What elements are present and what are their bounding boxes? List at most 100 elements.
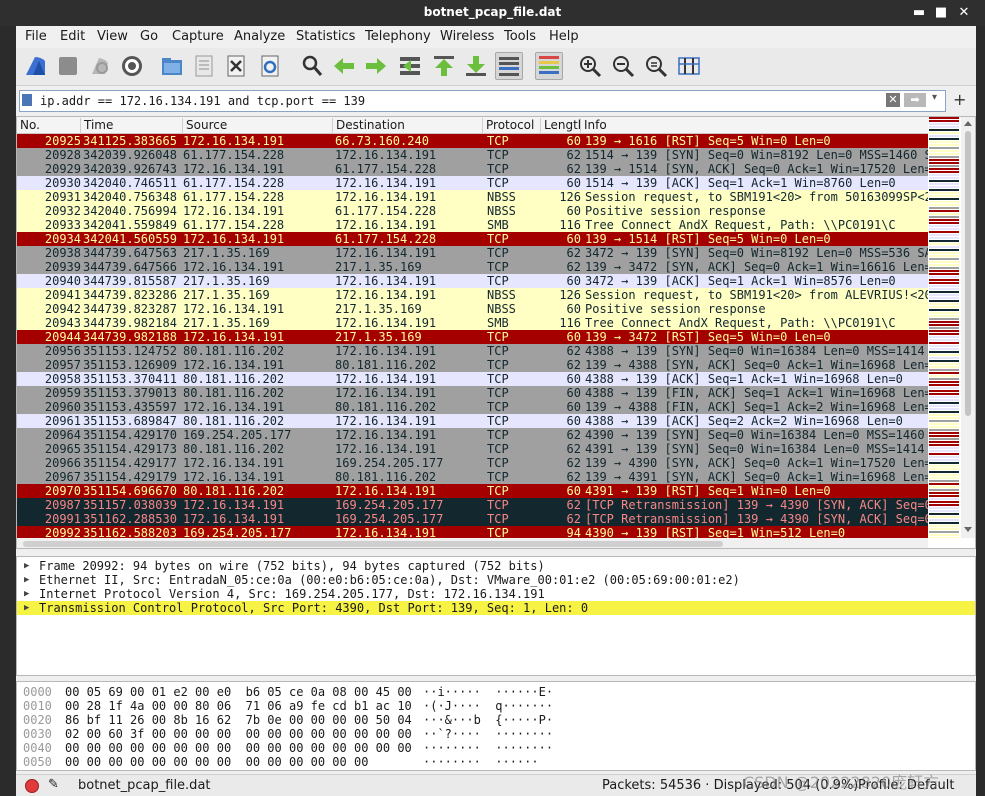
packet-length: 60 bbox=[566, 400, 581, 414]
packet-row[interactable]: 20930 342040.746511 61.177.154.228 172.16.1… bbox=[17, 176, 928, 190]
packet-row[interactable]: 20944 344739.982188 172.16.134.191 217.1.35… bbox=[17, 330, 928, 344]
column-header-time[interactable]: Time bbox=[81, 118, 183, 134]
packet-row[interactable]: 20958 351153.370411 80.181.116.202 172.16.1… bbox=[17, 372, 928, 386]
column-header-destination[interactable]: Destination bbox=[333, 118, 483, 134]
shark-fin-start-icon[interactable] bbox=[22, 52, 50, 80]
packet-row[interactable]: 20931 342040.756348 61.177.154.228 172.16.1… bbox=[17, 190, 928, 204]
column-header-no[interactable]: No. bbox=[17, 118, 81, 134]
go-last-icon[interactable] bbox=[462, 52, 490, 80]
packet-minimap[interactable] bbox=[929, 117, 959, 539]
add-filter-button[interactable]: + bbox=[953, 90, 966, 109]
detail-tree-item[interactable]: ▶ Transmission Control Protocol, Src Port… bbox=[17, 601, 975, 615]
menu-statistics[interactable]: Statistics bbox=[296, 29, 355, 44]
packet-row[interactable]: 20928 342039.926048 61.177.154.228 172.16.1… bbox=[17, 148, 928, 162]
packet-row[interactable]: 20970 351154.696670 80.181.116.202 172.16.1… bbox=[17, 484, 928, 498]
display-filter-input[interactable]: ip.addr == 172.16.134.191 and tcp.port =… bbox=[19, 90, 946, 112]
menu-help[interactable]: Help bbox=[549, 29, 579, 44]
detail-tree-item[interactable]: ▶ Ethernet II, Src: EntradaN_05:ce:0a (00… bbox=[17, 573, 975, 587]
capture-options-icon[interactable] bbox=[118, 52, 146, 80]
menu-edit[interactable]: Edit bbox=[60, 29, 85, 44]
hex-dump-row[interactable]: 0030 02 00 60 3f 00 00 00 00 00 00 00 00 … bbox=[17, 727, 975, 741]
close-window-button[interactable]: ✕ bbox=[955, 4, 973, 22]
packet-time: 344739.823286 bbox=[83, 288, 177, 302]
apply-filter-button[interactable]: ➡ bbox=[904, 93, 926, 107]
detail-tree-item[interactable]: ▶ Frame 20992: 94 bytes on wire (752 bits… bbox=[17, 559, 975, 573]
menu-go[interactable]: Go bbox=[140, 29, 158, 44]
resize-columns-icon[interactable] bbox=[675, 52, 703, 80]
column-header-source[interactable]: Source bbox=[183, 118, 333, 134]
maximize-button[interactable]: ■ bbox=[932, 4, 950, 22]
expand-arrow-icon[interactable]: ▶ bbox=[24, 601, 29, 615]
menu-wireless[interactable]: Wireless bbox=[440, 29, 494, 44]
go-first-icon[interactable] bbox=[430, 52, 458, 80]
menu-tools[interactable]: Tools bbox=[504, 29, 536, 44]
packet-row[interactable]: 20991 351162.288530 172.16.134.191 169.254.… bbox=[17, 512, 928, 526]
hex-dump-row[interactable]: 0010 00 28 1f 4a 00 00 80 06 71 06 a9 fe … bbox=[17, 699, 975, 713]
go-back-icon[interactable] bbox=[330, 52, 358, 80]
expand-arrow-icon[interactable]: ▶ bbox=[24, 587, 29, 601]
packet-row[interactable]: 20967 351154.429179 172.16.134.191 80.181.1… bbox=[17, 470, 928, 484]
column-header-info[interactable]: Info bbox=[581, 118, 928, 134]
minimize-button[interactable]: ▬ bbox=[910, 4, 928, 22]
menu-file[interactable]: File bbox=[25, 29, 47, 44]
hex-dump-row[interactable]: 0050 00 00 00 00 00 00 00 00 00 00 00 00 … bbox=[17, 755, 975, 769]
expand-arrow-icon[interactable]: ▶ bbox=[24, 573, 29, 587]
stop-icon[interactable] bbox=[54, 52, 82, 80]
filter-bookmark-icon[interactable] bbox=[22, 94, 32, 106]
hex-dump-row[interactable]: 0000 00 05 69 00 01 e2 00 e0 b6 05 ce 0a … bbox=[17, 685, 975, 699]
packet-row[interactable]: 20932 342040.756994 172.16.134.191 61.177.1… bbox=[17, 204, 928, 218]
packet-row[interactable]: 20961 351153.689847 80.181.116.202 172.16.1… bbox=[17, 414, 928, 428]
packet-row[interactable]: 20939 344739.647566 172.16.134.191 217.1.35… bbox=[17, 260, 928, 274]
column-header-protocol[interactable]: Protocol bbox=[483, 118, 541, 134]
packet-row[interactable]: 20960 351153.435597 172.16.134.191 80.181.1… bbox=[17, 400, 928, 414]
column-header-length[interactable]: Lengtl bbox=[541, 118, 581, 134]
hex-dump-row[interactable]: 0040 00 00 00 00 00 00 00 00 00 00 00 00 … bbox=[17, 741, 975, 755]
packet-row[interactable]: 20929 342039.926743 172.16.134.191 61.177.1… bbox=[17, 162, 928, 176]
colorize-icon[interactable] bbox=[535, 52, 563, 80]
packet-protocol: TCP bbox=[487, 386, 509, 400]
expert-info-icon[interactable] bbox=[25, 779, 39, 793]
packet-row[interactable]: 20938 344739.647563 217.1.35.169 172.16.134… bbox=[17, 246, 928, 260]
clear-filter-button[interactable]: ✕ bbox=[886, 93, 900, 107]
menu-telephony[interactable]: Telephony bbox=[365, 29, 431, 44]
packet-row[interactable]: 20934 342041.560559 172.16.134.191 61.177.1… bbox=[17, 232, 928, 246]
capture-comment-icon[interactable]: ✎ bbox=[48, 777, 59, 792]
window-title: botnet_pcap_file.dat bbox=[423, 5, 562, 19]
hex-dump-row[interactable]: 0020 86 bf 11 26 00 8b 16 62 7b 0e 00 00 … bbox=[17, 713, 975, 727]
packet-row[interactable]: 20940 344739.815587 217.1.35.169 172.16.134… bbox=[17, 274, 928, 288]
packet-info: 1514 → 139 [ACK] Seq=1 Ack=1 Win=8760 Le… bbox=[585, 176, 896, 190]
packet-row[interactable]: 20959 351153.379013 80.181.116.202 172.16.1… bbox=[17, 386, 928, 400]
zoom-in-icon[interactable] bbox=[576, 52, 604, 80]
find-packet-icon[interactable] bbox=[298, 52, 326, 80]
zoom-out-icon[interactable] bbox=[609, 52, 637, 80]
packet-row[interactable]: 20925 341125.383665 172.16.134.191 66.73.16… bbox=[17, 134, 928, 148]
expand-arrow-icon[interactable]: ▶ bbox=[24, 559, 29, 573]
packet-row[interactable]: 20957 351153.126909 172.16.134.191 80.181.1… bbox=[17, 358, 928, 372]
packet-row[interactable]: 20964 351154.429170 169.254.205.177 172.16.… bbox=[17, 428, 928, 442]
menu-analyze[interactable]: Analyze bbox=[234, 29, 285, 44]
zoom-normal-icon[interactable] bbox=[642, 52, 670, 80]
packet-row[interactable]: 20942 344739.823287 172.16.134.191 217.1.35… bbox=[17, 302, 928, 316]
detail-tree-item[interactable]: ▶ Internet Protocol Version 4, Src: 169.2… bbox=[17, 587, 975, 601]
packet-row[interactable]: 20992 351162.588203 169.254.205.177 172.16.… bbox=[17, 526, 928, 538]
packet-list-horizontal-scrollbar[interactable] bbox=[17, 538, 928, 548]
go-to-packet-icon[interactable] bbox=[396, 52, 424, 80]
packet-row[interactable]: 20987 351157.038039 172.16.134.191 169.254.… bbox=[17, 498, 928, 512]
packet-list-vertical-scrollbar[interactable] bbox=[961, 117, 975, 538]
go-forward-icon[interactable] bbox=[362, 52, 390, 80]
reload-icon[interactable] bbox=[256, 52, 284, 80]
packet-row[interactable]: 20965 351154.429173 80.181.116.202 172.16.1… bbox=[17, 442, 928, 456]
menu-view[interactable]: View bbox=[97, 29, 128, 44]
open-file-icon[interactable] bbox=[158, 52, 186, 80]
packet-row[interactable]: 20933 342041.559849 61.177.154.228 172.16.1… bbox=[17, 218, 928, 232]
autoscroll-icon[interactable] bbox=[495, 52, 523, 80]
menu-capture[interactable]: Capture bbox=[172, 29, 224, 44]
restart-icon[interactable] bbox=[86, 52, 114, 80]
save-file-icon[interactable] bbox=[190, 52, 218, 80]
packet-row[interactable]: 20943 344739.982184 217.1.35.169 172.16.134… bbox=[17, 316, 928, 330]
packet-row[interactable]: 20966 351154.429177 172.16.134.191 169.254.… bbox=[17, 456, 928, 470]
packet-row[interactable]: 20941 344739.823286 217.1.35.169 172.16.134… bbox=[17, 288, 928, 302]
filter-history-dropdown[interactable]: ▾ bbox=[932, 92, 937, 103]
close-file-icon[interactable] bbox=[222, 52, 250, 80]
packet-row[interactable]: 20956 351153.124752 80.181.116.202 172.16.1… bbox=[17, 344, 928, 358]
